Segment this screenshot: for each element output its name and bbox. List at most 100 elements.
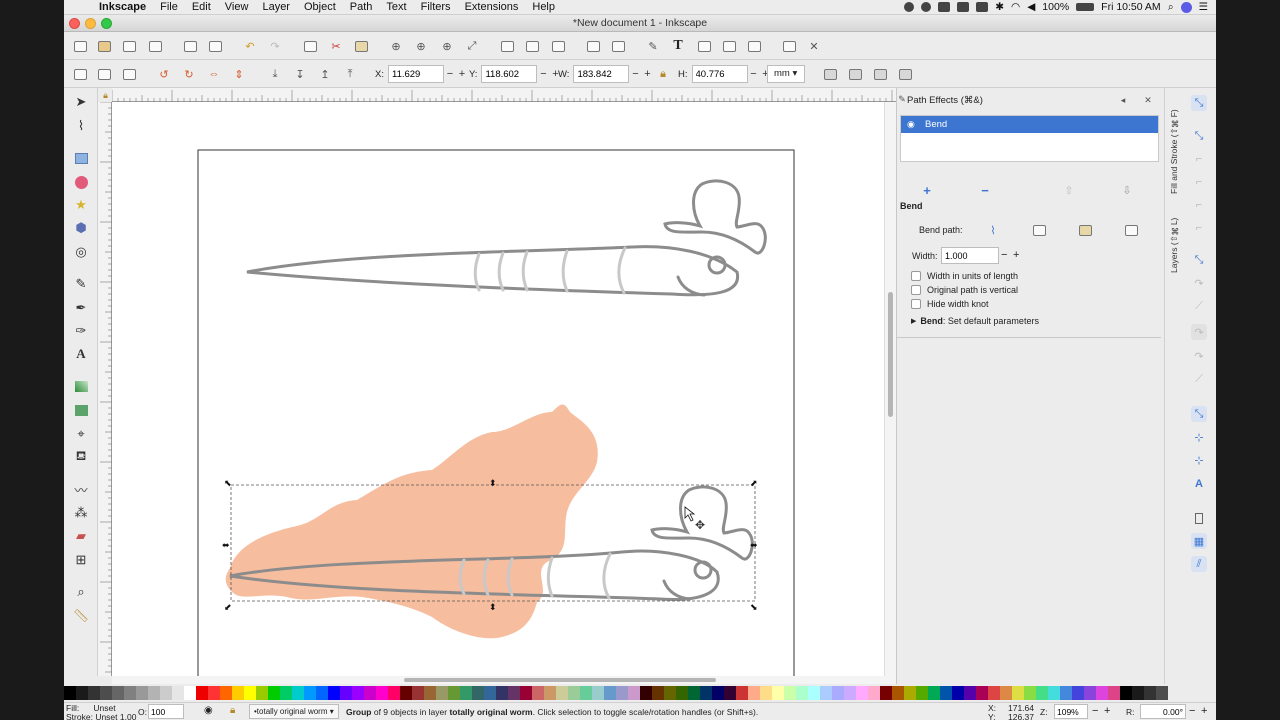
snap-smooth-icon[interactable]: ↷ xyxy=(1191,348,1207,364)
palette-swatch[interactable] xyxy=(556,686,568,700)
volume-icon[interactable]: ◀ xyxy=(1027,1,1035,13)
zoom-page-icon[interactable]: ⊕ xyxy=(439,38,455,54)
palette-swatch[interactable] xyxy=(400,686,412,700)
palette-swatch[interactable] xyxy=(640,686,652,700)
palette-swatch[interactable] xyxy=(688,686,700,700)
notification-center-icon[interactable]: ☰ xyxy=(1199,1,1208,13)
open-icon[interactable] xyxy=(96,38,112,54)
h-decrement[interactable]: − xyxy=(748,68,760,80)
remove-effect-icon[interactable]: − xyxy=(977,182,993,198)
duplicate-icon[interactable] xyxy=(499,38,515,54)
palette-swatch[interactable] xyxy=(1144,686,1156,700)
palette-swatch[interactable] xyxy=(628,686,640,700)
snap-others-icon[interactable]: ⤡ xyxy=(1191,406,1207,422)
ellipse-tool-icon[interactable] xyxy=(73,174,89,190)
paste-icon[interactable] xyxy=(353,38,369,54)
import-icon[interactable] xyxy=(182,38,198,54)
palette-swatch[interactable] xyxy=(724,686,736,700)
palette-swatch[interactable] xyxy=(568,686,580,700)
palette-swatch[interactable] xyxy=(1132,686,1144,700)
rotate-decrement[interactable]: − xyxy=(1189,705,1195,717)
raise-icon[interactable]: ↥ xyxy=(317,66,333,82)
palette-swatch[interactable] xyxy=(316,686,328,700)
palette-swatch[interactable] xyxy=(844,686,856,700)
palette-swatch[interactable] xyxy=(352,686,364,700)
width-input[interactable] xyxy=(941,247,999,264)
screen-icon[interactable] xyxy=(938,2,951,12)
clone-icon[interactable] xyxy=(524,38,540,54)
scale-corners-icon[interactable] xyxy=(847,66,863,82)
palette-swatch[interactable] xyxy=(364,686,376,700)
palette-swatch[interactable] xyxy=(820,686,832,700)
palette-swatch[interactable] xyxy=(436,686,448,700)
siri-icon[interactable] xyxy=(1180,1,1192,13)
palette-swatch[interactable] xyxy=(136,686,148,700)
palette-swatch[interactable] xyxy=(112,686,124,700)
palette-swatch[interactable] xyxy=(868,686,880,700)
pencil-tool-icon[interactable]: ✎ xyxy=(73,276,89,292)
palette-swatch[interactable] xyxy=(388,686,400,700)
copy-icon[interactable] xyxy=(302,38,318,54)
gradient-tool-icon[interactable] xyxy=(73,378,89,394)
rotate-input[interactable] xyxy=(1140,704,1186,719)
palette-swatch[interactable] xyxy=(532,686,544,700)
palette-swatch[interactable] xyxy=(484,686,496,700)
palette-swatch[interactable] xyxy=(1096,686,1108,700)
xml-editor-icon[interactable]: ✎ xyxy=(645,38,661,54)
palette-swatch[interactable] xyxy=(508,686,520,700)
zoom-page-width-icon[interactable]: ⤢ xyxy=(464,38,480,54)
move-up-icon[interactable]: ⇧ xyxy=(1061,182,1077,198)
minimize-window-button[interactable] xyxy=(85,18,96,29)
snap-page-border-icon[interactable] xyxy=(1191,510,1207,526)
default-params-expander[interactable]: ▶ Bend: Set default parameters xyxy=(911,316,1039,326)
checkbox-box[interactable] xyxy=(911,285,921,295)
snap-guide-icon[interactable]: ⫽ xyxy=(1191,556,1207,572)
menu-edit[interactable]: Edit xyxy=(185,1,218,13)
horizontal-scrollbar[interactable] xyxy=(112,676,896,684)
palette-swatch[interactable] xyxy=(88,686,100,700)
snap-nodes-icon[interactable]: ⤡ xyxy=(1191,252,1207,268)
y-input[interactable] xyxy=(481,65,538,83)
palette-swatch[interactable] xyxy=(1084,686,1096,700)
raise-to-top-icon[interactable]: ⤒ xyxy=(342,66,358,82)
w-increment[interactable]: + xyxy=(641,68,653,80)
horizontal-scroll-thumb[interactable] xyxy=(404,678,716,682)
sync-icon[interactable] xyxy=(921,2,932,12)
palette-swatch[interactable] xyxy=(616,686,628,700)
tab-layers[interactable]: Layers (⇧⌘L) xyxy=(1169,201,1179,273)
palette-swatch[interactable] xyxy=(424,686,436,700)
new-document-icon[interactable] xyxy=(72,38,88,54)
menu-extensions[interactable]: Extensions xyxy=(458,1,526,13)
vertical-scrollbar[interactable] xyxy=(884,102,896,676)
wifi-icon[interactable]: ◠ xyxy=(1011,1,1020,13)
palette-swatch[interactable] xyxy=(292,686,304,700)
palette-swatch[interactable] xyxy=(940,686,952,700)
palette-swatch[interactable] xyxy=(184,686,196,700)
menu-filters[interactable]: Filters xyxy=(414,1,458,13)
ungroup-icon[interactable] xyxy=(610,38,626,54)
width-decrement[interactable]: − xyxy=(1001,249,1007,261)
checkbox-box[interactable] xyxy=(911,299,921,309)
align-distribute-icon[interactable] xyxy=(746,38,762,54)
paste-path-icon[interactable] xyxy=(1077,222,1093,238)
text-tool-icon[interactable]: A xyxy=(73,346,89,362)
snap-text-baseline-icon[interactable]: A xyxy=(1191,476,1207,492)
palette-swatch[interactable] xyxy=(148,686,160,700)
checkbox-width-units[interactable]: Width in units of length xyxy=(911,271,1018,281)
eraser-tool-icon[interactable]: ▰ xyxy=(73,528,89,544)
palette-swatch[interactable] xyxy=(700,686,712,700)
dropbox-icon[interactable] xyxy=(957,2,970,12)
select-all-layers-icon[interactable] xyxy=(96,66,112,82)
mesh-tool-icon[interactable] xyxy=(73,402,89,418)
preferences-icon[interactable]: ✕ xyxy=(806,38,822,54)
palette-swatch[interactable] xyxy=(808,686,820,700)
palette-swatch[interactable] xyxy=(664,686,676,700)
lower-icon[interactable]: ↧ xyxy=(292,66,308,82)
palette-swatch[interactable] xyxy=(196,686,208,700)
palette-swatch[interactable] xyxy=(976,686,988,700)
palette-swatch[interactable] xyxy=(544,686,556,700)
stroke-indicator[interactable]: Stroke: Unset 1.00 xyxy=(66,712,136,720)
palette-swatch[interactable] xyxy=(340,686,352,700)
deselect-icon[interactable] xyxy=(121,66,137,82)
palette-swatch[interactable] xyxy=(652,686,664,700)
